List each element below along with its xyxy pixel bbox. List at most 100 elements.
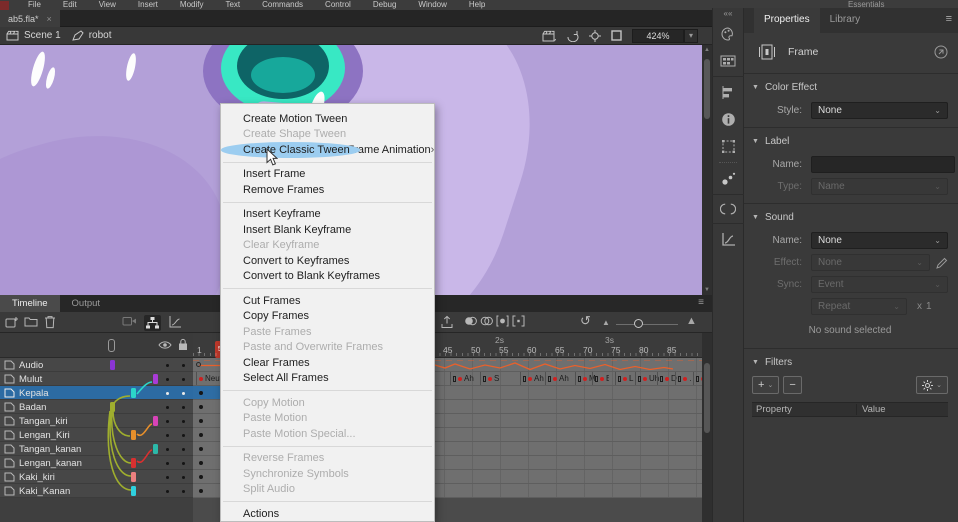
section-header[interactable]: ▼ Label bbox=[752, 131, 948, 151]
camera-icon[interactable] bbox=[122, 315, 137, 327]
layer-parent-swatch[interactable] bbox=[131, 472, 136, 482]
menu-item-cut-frames[interactable]: Cut Frames bbox=[221, 293, 434, 309]
section-header[interactable]: ▼ Sound bbox=[752, 207, 948, 227]
mouth-keyframe[interactable]: Uh bbox=[635, 372, 659, 385]
visibility-dot[interactable] bbox=[166, 378, 169, 381]
edit-multiple-frames-icon[interactable] bbox=[496, 315, 509, 327]
menu-item-clear-frames[interactable]: Clear Frames bbox=[221, 355, 434, 371]
layer-parent-swatch[interactable] bbox=[131, 458, 136, 468]
help-popout-icon[interactable] bbox=[934, 45, 948, 59]
scrollbar-thumb[interactable] bbox=[704, 59, 710, 119]
lock-dot[interactable] bbox=[182, 448, 185, 451]
history-panel-icon[interactable] bbox=[721, 171, 736, 186]
menu-debug[interactable]: Debug bbox=[362, 0, 408, 10]
color-panel-icon[interactable] bbox=[720, 26, 736, 42]
menu-item-remove-frames[interactable]: Remove Frames bbox=[221, 182, 434, 198]
breadcrumb-scene[interactable]: Scene 1 bbox=[24, 30, 61, 41]
visibility-dot[interactable] bbox=[166, 364, 169, 367]
visibility-dot[interactable] bbox=[166, 420, 169, 423]
layer-row-lengan-kiri[interactable]: Lengan_Kiri bbox=[0, 428, 193, 442]
layer-row-tangan-kanan[interactable]: Tangan_kanan bbox=[0, 442, 193, 456]
visibility-eye-icon[interactable] bbox=[158, 339, 172, 351]
layer-parent-swatch[interactable] bbox=[153, 374, 158, 384]
lock-dot[interactable] bbox=[182, 462, 185, 465]
center-stage-icon[interactable] bbox=[589, 30, 601, 42]
onion-skin-outlines-icon[interactable] bbox=[480, 315, 493, 327]
menu-commands[interactable]: Commands bbox=[251, 0, 314, 10]
lock-dot[interactable] bbox=[182, 406, 185, 409]
menu-help[interactable]: Help bbox=[458, 0, 496, 10]
timeline-zoom-knob[interactable] bbox=[634, 319, 643, 328]
menu-view[interactable]: View bbox=[88, 0, 127, 10]
menu-item-insert-blank-keyframe[interactable]: Insert Blank Keyframe bbox=[221, 222, 434, 238]
visibility-dot[interactable] bbox=[166, 490, 169, 493]
filter-options-button[interactable]: ⌄ bbox=[916, 376, 948, 394]
export-frames-icon[interactable] bbox=[440, 315, 454, 329]
modify-markers-icon[interactable] bbox=[512, 315, 525, 327]
layer-row-tangan-kiri[interactable]: Tangan_kiri bbox=[0, 414, 193, 428]
layer-parent-swatch[interactable] bbox=[131, 486, 136, 496]
layer-parent-swatch[interactable] bbox=[153, 416, 158, 426]
layer-row-mulut[interactable]: Mulut bbox=[0, 372, 193, 386]
repeat-count[interactable]: 1 bbox=[926, 301, 932, 312]
delete-layer-trash-icon[interactable] bbox=[44, 315, 56, 329]
mouth-keyframe[interactable]: Ah bbox=[450, 372, 474, 385]
menu-edit[interactable]: Edit bbox=[52, 0, 88, 10]
tab-timeline[interactable]: Timeline bbox=[0, 295, 60, 312]
layer-parent-swatch[interactable] bbox=[110, 402, 115, 412]
timeline-zoom-in-icon[interactable]: ▲ bbox=[686, 315, 697, 327]
close-icon[interactable]: × bbox=[47, 14, 52, 24]
mouth-keyframe[interactable]: Neutr bbox=[196, 372, 220, 385]
layer-parenting-icon[interactable] bbox=[144, 315, 161, 331]
stage-vertical-scrollbar[interactable]: ▲ ▼ bbox=[702, 45, 712, 295]
info-panel-icon[interactable] bbox=[721, 112, 736, 127]
graph-easing-icon[interactable] bbox=[168, 315, 182, 328]
cc-libraries-panel-icon[interactable] bbox=[720, 203, 736, 215]
tab-library[interactable]: Library bbox=[820, 8, 871, 33]
selected-frame-cell[interactable] bbox=[193, 386, 220, 399]
lock-dot[interactable] bbox=[182, 476, 185, 479]
tab-properties[interactable]: Properties bbox=[754, 8, 820, 33]
layer-row-audio[interactable]: Audio bbox=[0, 358, 193, 372]
scrollbar-thumb[interactable] bbox=[704, 363, 710, 433]
menu-file[interactable]: File bbox=[17, 0, 52, 10]
layer-row-kaki-kiri[interactable]: Kaki_kiri bbox=[0, 470, 193, 484]
layer-row-kepala-selected[interactable]: Kepala bbox=[0, 386, 193, 400]
visibility-dot[interactable] bbox=[166, 448, 169, 451]
zoom-dropdown-caret[interactable]: ▾ bbox=[684, 29, 698, 43]
visibility-dot[interactable] bbox=[166, 392, 169, 395]
mouth-keyframe[interactable]: S bbox=[693, 372, 702, 385]
edit-pencil-icon[interactable] bbox=[936, 257, 948, 269]
menu-item-create-classic-tween[interactable]: Create Classic Tween bbox=[221, 142, 360, 158]
lock-dot[interactable] bbox=[182, 378, 185, 381]
onion-skin-icon[interactable] bbox=[464, 315, 477, 327]
section-header[interactable]: ▼ Color Effect bbox=[752, 77, 948, 97]
menu-modify[interactable]: Modify bbox=[169, 0, 215, 10]
rotate-tool-icon[interactable] bbox=[566, 30, 579, 42]
menu-window[interactable]: Window bbox=[407, 0, 457, 10]
menu-item-convert-to-blank-keyframes[interactable]: Convert to Blank Keyframes bbox=[221, 269, 434, 285]
layer-row-kaki-kanan[interactable]: Kaki_Kanan bbox=[0, 484, 193, 498]
menu-text[interactable]: Text bbox=[214, 0, 251, 10]
visibility-dot[interactable] bbox=[166, 476, 169, 479]
remove-filter-button[interactable]: − bbox=[783, 376, 801, 394]
clip-preview-icon[interactable] bbox=[542, 30, 556, 42]
breadcrumb-symbol[interactable]: robot bbox=[89, 30, 112, 41]
document-tab[interactable]: ab5.fla* × bbox=[0, 10, 60, 27]
menu-control[interactable]: Control bbox=[314, 0, 362, 10]
layer-row-badan[interactable]: Badan bbox=[0, 400, 193, 414]
scroll-down-icon[interactable]: ▼ bbox=[702, 285, 712, 295]
menu-item-create-motion-tween[interactable]: Create Motion Tween bbox=[221, 111, 434, 127]
loop-playback-icon[interactable]: ↺ bbox=[580, 313, 591, 329]
mouth-keyframe[interactable]: E bbox=[592, 372, 609, 385]
layer-parent-swatch[interactable] bbox=[131, 430, 136, 440]
align-panel-icon[interactable] bbox=[721, 85, 736, 100]
new-layer-icon[interactable] bbox=[5, 315, 19, 329]
visibility-dot[interactable] bbox=[166, 406, 169, 409]
panel-menu-icon[interactable]: ≡ bbox=[946, 8, 952, 33]
mouth-keyframe[interactable]: … bbox=[675, 372, 691, 385]
lock-dot[interactable] bbox=[182, 490, 185, 493]
visibility-dot[interactable] bbox=[166, 462, 169, 465]
visibility-dot[interactable] bbox=[166, 434, 169, 437]
transform-panel-icon[interactable] bbox=[721, 139, 736, 154]
